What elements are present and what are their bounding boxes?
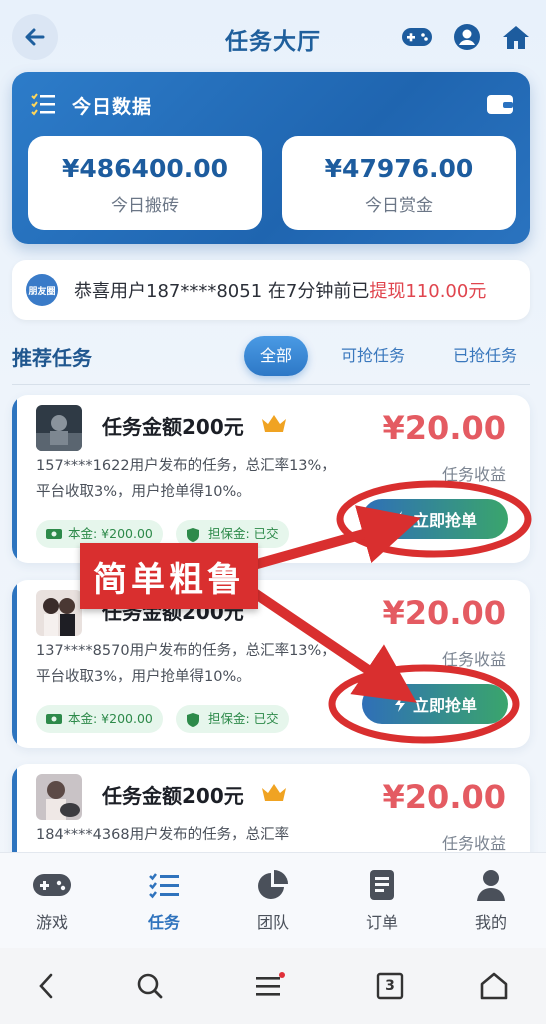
- tabbar-item-mine[interactable]: 我的: [451, 867, 531, 933]
- principal-text: 本金: ¥200.00: [68, 526, 153, 541]
- annotation-label: 简单粗鲁: [80, 543, 258, 609]
- task-title: 任务金额200元: [102, 784, 244, 808]
- cash-icon: [46, 714, 62, 724]
- pie-chart-icon: [258, 870, 288, 899]
- tabbar-label: 游戏: [35, 913, 68, 932]
- stat-value: ¥486400.00: [61, 154, 229, 183]
- stat-box-bounty: ¥47976.00 今日赏金: [282, 136, 516, 230]
- user-circle-icon: [454, 24, 480, 50]
- avatar: [36, 774, 82, 820]
- stat-box-moving: ¥486400.00 今日搬砖: [28, 136, 262, 230]
- stat-label: 今日赏金: [365, 196, 433, 216]
- grab-order-button[interactable]: 立即抢单: [362, 684, 508, 724]
- avatar: [36, 590, 82, 636]
- tabbar-item-game[interactable]: 游戏: [12, 867, 92, 933]
- system-home-button[interactable]: [474, 968, 514, 1004]
- system-nav-bar: 3: [0, 948, 546, 1024]
- principal-badge: 本金: ¥200.00: [36, 705, 163, 733]
- tabbar-label: 订单: [365, 913, 398, 932]
- bottom-tab-bar: 游戏 任务 团队 订单 我的: [0, 852, 546, 948]
- deposit-text: 担保金: 已交: [208, 711, 279, 726]
- task-reward: ¥20.00: [382, 594, 506, 632]
- wallet-icon[interactable]: [486, 92, 514, 116]
- profile-button[interactable]: [450, 22, 484, 52]
- reward-label: 任务收益: [441, 834, 506, 853]
- tabbar-item-order[interactable]: 订单: [342, 867, 422, 933]
- lightning-icon: [394, 696, 405, 712]
- publisher-avatar-image: [36, 405, 82, 451]
- tabbar-item-team[interactable]: 团队: [233, 867, 313, 933]
- search-icon: [137, 973, 163, 999]
- system-back-button[interactable]: [26, 968, 66, 1004]
- principal-text: 本金: ¥200.00: [68, 711, 153, 726]
- grab-order-label: 立即抢单: [412, 696, 477, 715]
- gamepad-button[interactable]: [400, 22, 434, 52]
- deposit-text: 担保金: 已交: [208, 526, 279, 541]
- stat-label: 今日搬砖: [111, 196, 179, 216]
- reward-label: 任务收益: [441, 650, 506, 669]
- menu-icon: [256, 972, 285, 996]
- shield-icon: [187, 713, 199, 727]
- tabbar-label: 任务: [147, 913, 180, 932]
- today-data-title: 今日数据: [72, 96, 153, 118]
- today-data-card: 今日数据 ¥486400.00 今日搬砖 ¥47976.00 今日赏金: [12, 72, 530, 244]
- tabbar-label: 我的: [474, 913, 507, 932]
- task-description: 184****4368用户发布的任务，总汇率: [36, 827, 290, 843]
- user-icon: [477, 870, 505, 901]
- header: 任务大厅: [0, 0, 546, 78]
- task-reward: ¥20.00: [382, 778, 506, 816]
- crown-icon: [262, 415, 286, 432]
- gamepad-icon: [33, 874, 71, 896]
- tabbar-item-task[interactable]: 任务: [124, 867, 204, 933]
- order-icon: [370, 870, 394, 900]
- tab-count: 3: [385, 978, 395, 994]
- system-tabs-button[interactable]: 3: [370, 968, 410, 1004]
- notice-message: 恭喜用户187****8051 在7分钟前已: [74, 281, 370, 302]
- task-card: 任务金额200元 ¥20.00 任务收益 157****1622用户发布的任务，…: [12, 395, 530, 563]
- grab-order-label: 立即抢单: [412, 511, 477, 530]
- home-icon: [503, 26, 529, 49]
- task-description: 137****8570用户发布的任务，总汇率13%，平台收取3%，用户抢单得10…: [36, 643, 336, 685]
- chevron-left-icon: [39, 973, 53, 999]
- publisher-avatar-image: [36, 774, 82, 820]
- divider: [12, 384, 530, 385]
- section-title: 推荐任务: [12, 346, 92, 370]
- task-list-icon: [149, 873, 179, 899]
- home-button[interactable]: [499, 22, 533, 52]
- withdraw-notice: 朋友圈 恭喜用户187****8051 在7分钟前已提现110.00元: [12, 260, 530, 320]
- lightning-icon: [394, 511, 405, 527]
- system-menu-button[interactable]: [250, 968, 290, 1004]
- home-outline-icon: [480, 972, 508, 1000]
- task-title: 任务金额200元: [102, 415, 244, 439]
- list-check-icon: [31, 93, 55, 116]
- notice-amount: 提现110.00元: [369, 281, 487, 302]
- notice-text: 恭喜用户187****8051 在7分钟前已提现110.00元: [74, 277, 486, 303]
- tabbar-label: 团队: [256, 913, 289, 932]
- tab-available[interactable]: 可抢任务: [330, 336, 416, 376]
- task-reward: ¥20.00: [382, 409, 506, 447]
- avatar: [36, 405, 82, 451]
- notice-badge: 朋友圈: [26, 274, 58, 306]
- system-search-button[interactable]: [130, 968, 170, 1004]
- publisher-avatar-image: [36, 590, 82, 636]
- crown-icon: [262, 784, 286, 801]
- shield-icon: [187, 528, 199, 542]
- grab-order-button[interactable]: 立即抢单: [362, 499, 508, 539]
- tab-all[interactable]: 全部: [244, 336, 308, 376]
- cash-icon: [46, 529, 62, 539]
- gamepad-icon: [402, 28, 432, 46]
- reward-label: 任务收益: [441, 465, 506, 484]
- stat-value: ¥47976.00: [324, 154, 474, 183]
- tab-grabbed[interactable]: 已抢任务: [442, 336, 528, 376]
- deposit-badge: 担保金: 已交: [176, 705, 289, 733]
- task-description: 157****1622用户发布的任务，总汇率13%，平台收取3%，用户抢单得10…: [36, 458, 336, 500]
